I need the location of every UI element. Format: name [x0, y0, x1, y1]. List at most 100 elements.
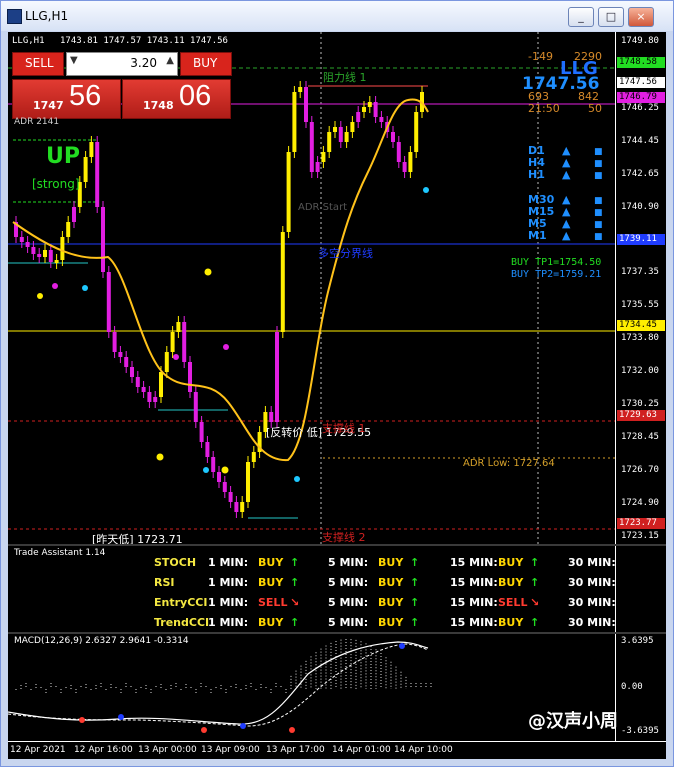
- time-tick: 12 Apr 16:00: [74, 745, 133, 755]
- candle-body: [396, 142, 401, 162]
- signal-15min: BUY: [498, 556, 524, 569]
- lot-value: 3.20: [130, 56, 157, 70]
- candle-body: [402, 162, 407, 172]
- time-tick: 14 Apr 10:00: [394, 745, 453, 755]
- direction-icon: ↘: [290, 596, 300, 609]
- macd-cross-dot: [79, 717, 85, 723]
- chart-window-icon: [7, 9, 22, 24]
- direction-icon: ↑: [410, 576, 420, 589]
- timeframe-label: M1: [528, 229, 547, 242]
- chevron-down-icon[interactable]: ▼: [70, 55, 78, 66]
- sell-label: SELL: [25, 56, 54, 70]
- one-click-trading-panel: SELL ▼ 3.20 ▲ BUY 1747 56 1748 06: [12, 52, 232, 119]
- time-tick: 13 Apr 17:00: [266, 745, 325, 755]
- price-tick: 1740.90: [621, 202, 659, 212]
- candle-body: [222, 482, 227, 492]
- candle-body: [367, 102, 372, 107]
- tf-1-label: 1 MIN:: [208, 596, 249, 609]
- lot-size-input[interactable]: ▼ 3.20 ▲: [66, 52, 178, 76]
- signal-1min: BUY: [258, 576, 284, 589]
- support-1-label: 支撑线 1: [322, 422, 366, 435]
- price-tick: 1728.45: [621, 432, 659, 442]
- tf-5-label: 5 MIN:: [328, 556, 369, 569]
- candle-body: [205, 442, 210, 457]
- candle-body: [141, 387, 146, 392]
- buy-price-small: 1748: [143, 99, 174, 112]
- sell-price-small: 1747: [33, 99, 64, 112]
- candle-body: [315, 162, 320, 172]
- terminal-window: LLG,H1 _ □ × LLG,H1 1743.81 1747.57 1743…: [0, 0, 674, 767]
- tf-30-label: 30 MIN:: [568, 616, 616, 629]
- candle-body: [159, 372, 163, 397]
- tf-30-label: 30 MIN:: [568, 596, 616, 609]
- candle-body: [211, 457, 216, 472]
- direction-icon: ↑: [410, 556, 420, 569]
- trade-assistant-scale: [615, 546, 667, 632]
- macd-panel[interactable]: MACD(12,26,9) 2.6327 2.9641 -0.3314: [8, 634, 615, 741]
- window-title: LLG,H1: [25, 9, 69, 23]
- buy-price-box[interactable]: 1748 06: [122, 79, 231, 119]
- price-tick: 1732.00: [621, 366, 659, 376]
- direction-icon: ↑: [410, 596, 420, 609]
- price-chart[interactable]: LLG,H1 1743.81 1747.57 1743.11 1747.56 S…: [8, 32, 615, 546]
- buy-button[interactable]: BUY: [180, 52, 232, 76]
- tf-15-label: 15 MIN:: [450, 576, 498, 589]
- minimize-button[interactable]: _: [568, 7, 594, 27]
- resistance-1-label: 阻力线 1: [323, 71, 367, 84]
- chart-client-area: LLG,H1 1743.81 1747.57 1743.11 1747.56 S…: [8, 32, 666, 759]
- signal-dot: [221, 466, 229, 474]
- bull-bear-label: 多空分界线: [318, 247, 373, 260]
- sell-button[interactable]: SELL: [12, 52, 64, 76]
- candle-body: [217, 472, 221, 482]
- buy-tp2-label: BUY TP2=1759.21: [511, 269, 602, 280]
- signal-dot: [204, 268, 212, 276]
- time-axis[interactable]: 12 Apr 2021 12 Apr 16:00 13 Apr 00:00 13 Ap…: [8, 741, 666, 760]
- close-button[interactable]: ×: [628, 7, 654, 27]
- time-tick: 14 Apr 01:00: [332, 745, 391, 755]
- trend-strength-label: [strong]: [32, 177, 80, 191]
- macd-canvas: [8, 639, 432, 733]
- candle-body: [176, 322, 181, 332]
- buy-label: BUY: [193, 56, 218, 70]
- symbol-label: LLG,H1: [12, 36, 45, 46]
- price-axis[interactable]: 1749.80 1748.58 1747.56 1746.79 1746.25 1744.…: [615, 32, 667, 544]
- candle-body: [356, 112, 361, 122]
- direction-icon: ↑: [530, 556, 540, 569]
- candle-body: [286, 152, 291, 232]
- candle-body: [118, 352, 123, 357]
- macd-cross-dot: [118, 714, 124, 720]
- price-tick: 1749.80: [621, 36, 659, 46]
- maximize-button[interactable]: □: [598, 7, 624, 27]
- tf-15-label: 15 MIN:: [450, 596, 498, 609]
- tf-1-label: 1 MIN:: [208, 576, 249, 589]
- candle-body: [251, 452, 256, 462]
- tf-5-label: 5 MIN:: [328, 596, 369, 609]
- sell-price-box[interactable]: 1747 56: [12, 79, 121, 119]
- candle-body: [234, 502, 239, 512]
- candle-body: [362, 107, 366, 112]
- macd-line: [8, 641, 429, 725]
- chevron-up-icon[interactable]: ▲: [166, 55, 174, 66]
- candle-body: [338, 127, 343, 142]
- tf-30-label: 30 MIN:: [568, 556, 616, 569]
- price-tick: 1723.15: [621, 531, 659, 541]
- title-bar[interactable]: LLG,H1 _ □ ×: [1, 1, 673, 31]
- signal-dot: [37, 293, 43, 299]
- price-tick: 1747.56: [617, 77, 665, 88]
- candle-body: [147, 392, 152, 402]
- candle-body: [321, 152, 326, 162]
- candle-body: [135, 377, 140, 387]
- signal-dot: [223, 344, 229, 350]
- macd-axis: 3.6395 0.00 -3.6395: [615, 634, 667, 741]
- candle-body: [414, 112, 419, 152]
- info-time: 21:50: [528, 102, 560, 115]
- signal-5min: BUY: [378, 596, 404, 609]
- macd-cross-dot: [399, 643, 405, 649]
- tf-30-label: 30 MIN:: [568, 576, 616, 589]
- signal-5min: BUY: [378, 616, 404, 629]
- candle-body: [124, 357, 129, 367]
- price-tick: 1734.45: [617, 320, 665, 331]
- price-tick: 1726.70: [621, 465, 659, 475]
- macd-cross-dot: [240, 723, 246, 729]
- price-tick: 1724.90: [621, 498, 659, 508]
